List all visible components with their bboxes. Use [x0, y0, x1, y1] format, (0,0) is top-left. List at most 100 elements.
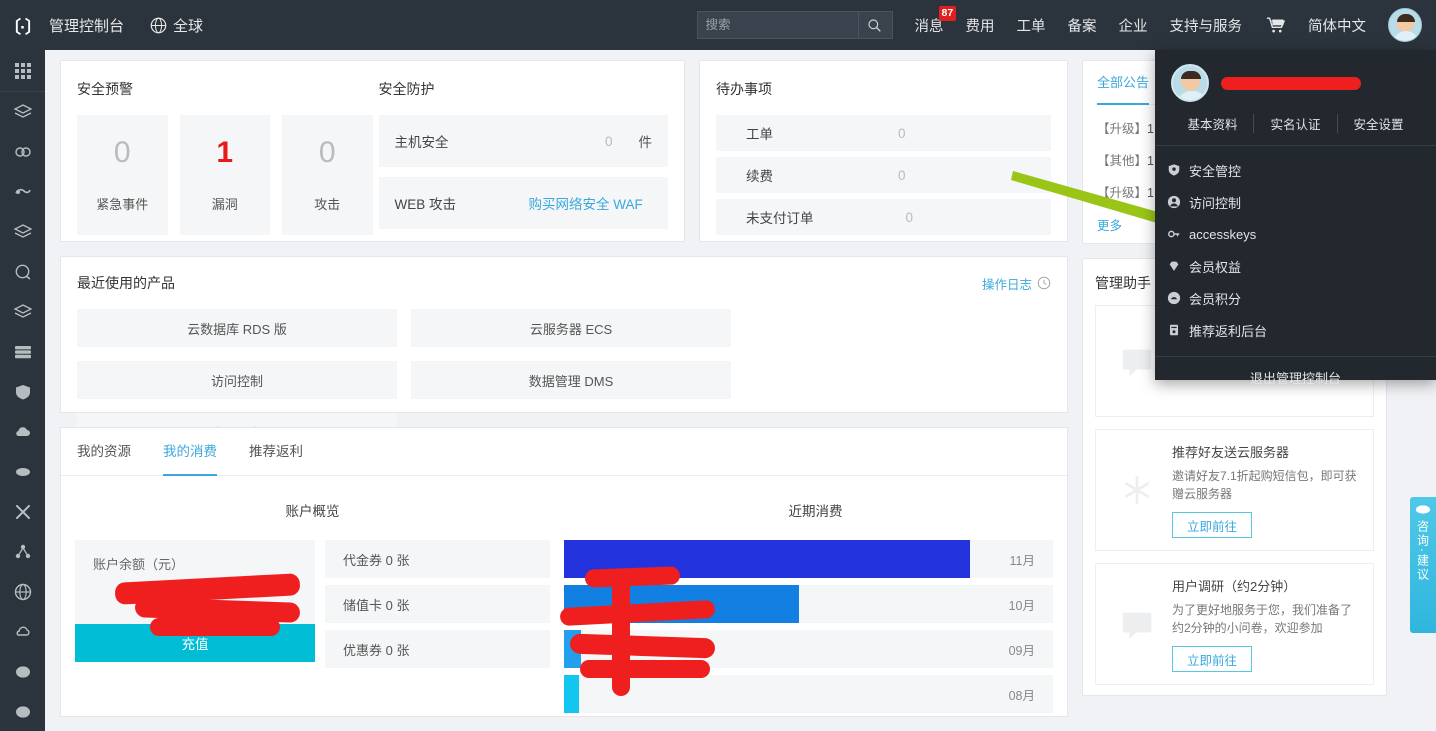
announcement-more-link[interactable]: 更多 [1097, 215, 1122, 234]
rail-item-cloud[interactable] [0, 412, 45, 452]
search-button[interactable] [857, 12, 890, 38]
user-circle-icon [1167, 195, 1189, 209]
security-metrics: 0 紧急事件 1 漏洞 0 攻击 [77, 115, 373, 235]
tab-referral-rebate[interactable]: 推荐返利 [249, 428, 303, 476]
rail-item-search-db[interactable] [0, 252, 45, 292]
metric-attack[interactable]: 0 攻击 [282, 115, 373, 235]
recent-products-card: 最近使用的产品 操作日志 云数据库 RDS 版 云服务器 ECS 访问控制 数据… [60, 256, 1068, 451]
dropdown-link-security-settings[interactable]: 安全设置 [1338, 114, 1420, 133]
region-selector[interactable]: 全球 [150, 15, 203, 36]
protection-web-attack[interactable]: WEB 攻击 购买网络安全 WAF [378, 177, 668, 229]
tab-my-resources[interactable]: 我的资源 [77, 428, 131, 476]
voucher-item-stored-card[interactable]: 储值卡 0 张 [325, 585, 550, 623]
protection-host-unit: 件 [638, 135, 653, 150]
protection-list: 主机安全 0 件 WEB 攻击 购买网络安全 WAF [373, 115, 668, 229]
nav-item-enterprise[interactable]: 企业 [1119, 15, 1148, 36]
rail-item-cloud3[interactable] [0, 612, 45, 652]
layers2-icon [13, 302, 33, 322]
nav-item-support[interactable]: 支持与服务 [1170, 15, 1243, 36]
console-title[interactable]: 管理控制台 [49, 15, 124, 36]
redaction-chart-4 [580, 660, 710, 678]
metric-vulnerability[interactable]: 1 漏洞 [179, 115, 270, 235]
search-box[interactable] [696, 11, 893, 39]
promo-go-button-2[interactable]: 立即前往 [1172, 512, 1252, 538]
dropdown-link-verification[interactable]: 实名认证 [1254, 114, 1338, 133]
dropdown-item-member-points[interactable]: 会员积分 [1155, 282, 1436, 314]
promo-title-3: 用户调研（约2分钟） [1172, 579, 1297, 594]
promo-go-button-3[interactable]: 立即前往 [1172, 646, 1252, 672]
dropdown-item-member-benefits[interactable]: 会员权益 [1155, 250, 1436, 282]
promo-card-3[interactable]: 用户调研（约2分钟） 为了更好地服务于您，我们准备了约2分钟的小问卷，欢迎参加 … [1095, 563, 1374, 685]
dropdown-item-accesskeys[interactable]: accesskeys [1155, 218, 1436, 250]
rail-item-link-cloud[interactable] [0, 132, 45, 172]
rail-item-circle2[interactable] [0, 692, 45, 731]
product-tile-dms[interactable]: 数据管理 DMS [411, 361, 731, 399]
chart-row-aug[interactable]: 08月 [564, 675, 1053, 713]
nav-item-billing[interactable]: 费用 [966, 15, 995, 36]
chart-label-nov: 11月 [1009, 553, 1035, 568]
rail-item-network[interactable] [0, 172, 45, 212]
cloud2-icon [13, 462, 33, 482]
nav-item-messages[interactable]: 消息 87 [915, 5, 957, 36]
metric-emergency[interactable]: 0 紧急事件 [77, 115, 168, 235]
dropdown-item-rebate-console[interactable]: 推荐返利后台 [1155, 314, 1436, 346]
recent-consumption-title: 近期消费 [788, 504, 843, 519]
dropdown-link-profile[interactable]: 基本资料 [1171, 114, 1255, 133]
search-input[interactable] [697, 12, 858, 38]
rail-item-shield[interactable] [0, 372, 45, 412]
product-tile-rds[interactable]: 云数据库 RDS 版 [77, 309, 397, 347]
todo-item-tickets[interactable]: 工单 0 [716, 115, 1051, 151]
chart-label-oct: 10月 [1008, 598, 1035, 613]
protection-host-security[interactable]: 主机安全 0 件 [378, 115, 668, 167]
todo-item-renewal[interactable]: 续费 0 [716, 157, 1051, 193]
todo-item-unpaid[interactable]: 未支付订单 0 [716, 199, 1051, 235]
voucher-item-cash[interactable]: 代金券 0 张 [325, 540, 550, 578]
metric-emergency-value: 0 [113, 135, 131, 169]
rail-item-circle[interactable] [0, 652, 45, 692]
dropdown-item-security-control[interactable]: 安全管控 [1155, 154, 1436, 186]
rail-item-layers2[interactable] [0, 292, 45, 332]
tab-my-consumption[interactable]: 我的消费 [163, 428, 217, 476]
operation-log-label: 操作日志 [981, 277, 1032, 292]
rail-item-cloud2[interactable] [0, 452, 45, 492]
points-icon [1167, 291, 1189, 305]
rail-item-nodes-x[interactable] [0, 492, 45, 532]
nav-item-tickets[interactable]: 工单 [1017, 15, 1046, 36]
account-avatar-button[interactable] [1388, 8, 1422, 42]
voucher-item-coupon[interactable]: 优惠券 0 张 [325, 630, 550, 668]
announcement-text-1: 1 [1147, 122, 1154, 136]
consult-widget[interactable]: 咨询·建议 [1410, 497, 1436, 633]
rail-item-all-products[interactable] [0, 50, 45, 92]
rail-item-layers[interactable] [0, 92, 45, 132]
buy-waf-link[interactable]: 购买网络安全 WAF [529, 193, 643, 213]
logout-button[interactable]: 退出管理控制台 [1155, 356, 1436, 398]
promo-title-2: 推荐好友送云服务器 [1172, 445, 1290, 460]
dropdown-item-access-control[interactable]: 访问控制 [1155, 186, 1436, 218]
tab-all-announcements[interactable]: 全部公告 [1097, 61, 1150, 105]
rail-item-globe[interactable] [0, 572, 45, 612]
operation-log-link[interactable]: 操作日志 [982, 274, 1051, 293]
brand-logo[interactable]: 〔·〕 [0, 0, 45, 50]
left-icon-rail[interactable] [0, 50, 45, 731]
rail-item-share[interactable] [0, 532, 45, 572]
announcement-text-3: 1 [1147, 186, 1154, 200]
nav-item-icp[interactable]: 备案 [1068, 15, 1097, 36]
todo-tickets-value: 0 [898, 125, 906, 141]
language-selector[interactable]: 简体中文 [1308, 15, 1366, 36]
redaction-chart-1 [584, 566, 681, 588]
product-tile-ecs[interactable]: 云服务器 ECS [411, 309, 731, 347]
avatar-hair [1181, 71, 1201, 79]
rail-item-database[interactable] [0, 332, 45, 372]
key-icon [1167, 227, 1189, 241]
avatar [1171, 64, 1209, 102]
dropdown-user [1155, 64, 1436, 102]
announcement-text-2: 1 [1147, 154, 1154, 168]
metric-attack-value: 0 [318, 135, 336, 169]
security-shield-icon [1167, 163, 1189, 177]
product-tile-ram[interactable]: 访问控制 [77, 361, 397, 399]
todo-title: 待办事项 [716, 81, 772, 97]
rail-item-stack[interactable] [0, 212, 45, 252]
promo-card-2[interactable]: 推荐好友送云服务器 邀请好友7.1折起购短信包，即可获赠云服务器 立即前往 [1095, 429, 1374, 551]
cart-button[interactable] [1266, 16, 1286, 35]
snowflake-icon [1106, 442, 1168, 538]
